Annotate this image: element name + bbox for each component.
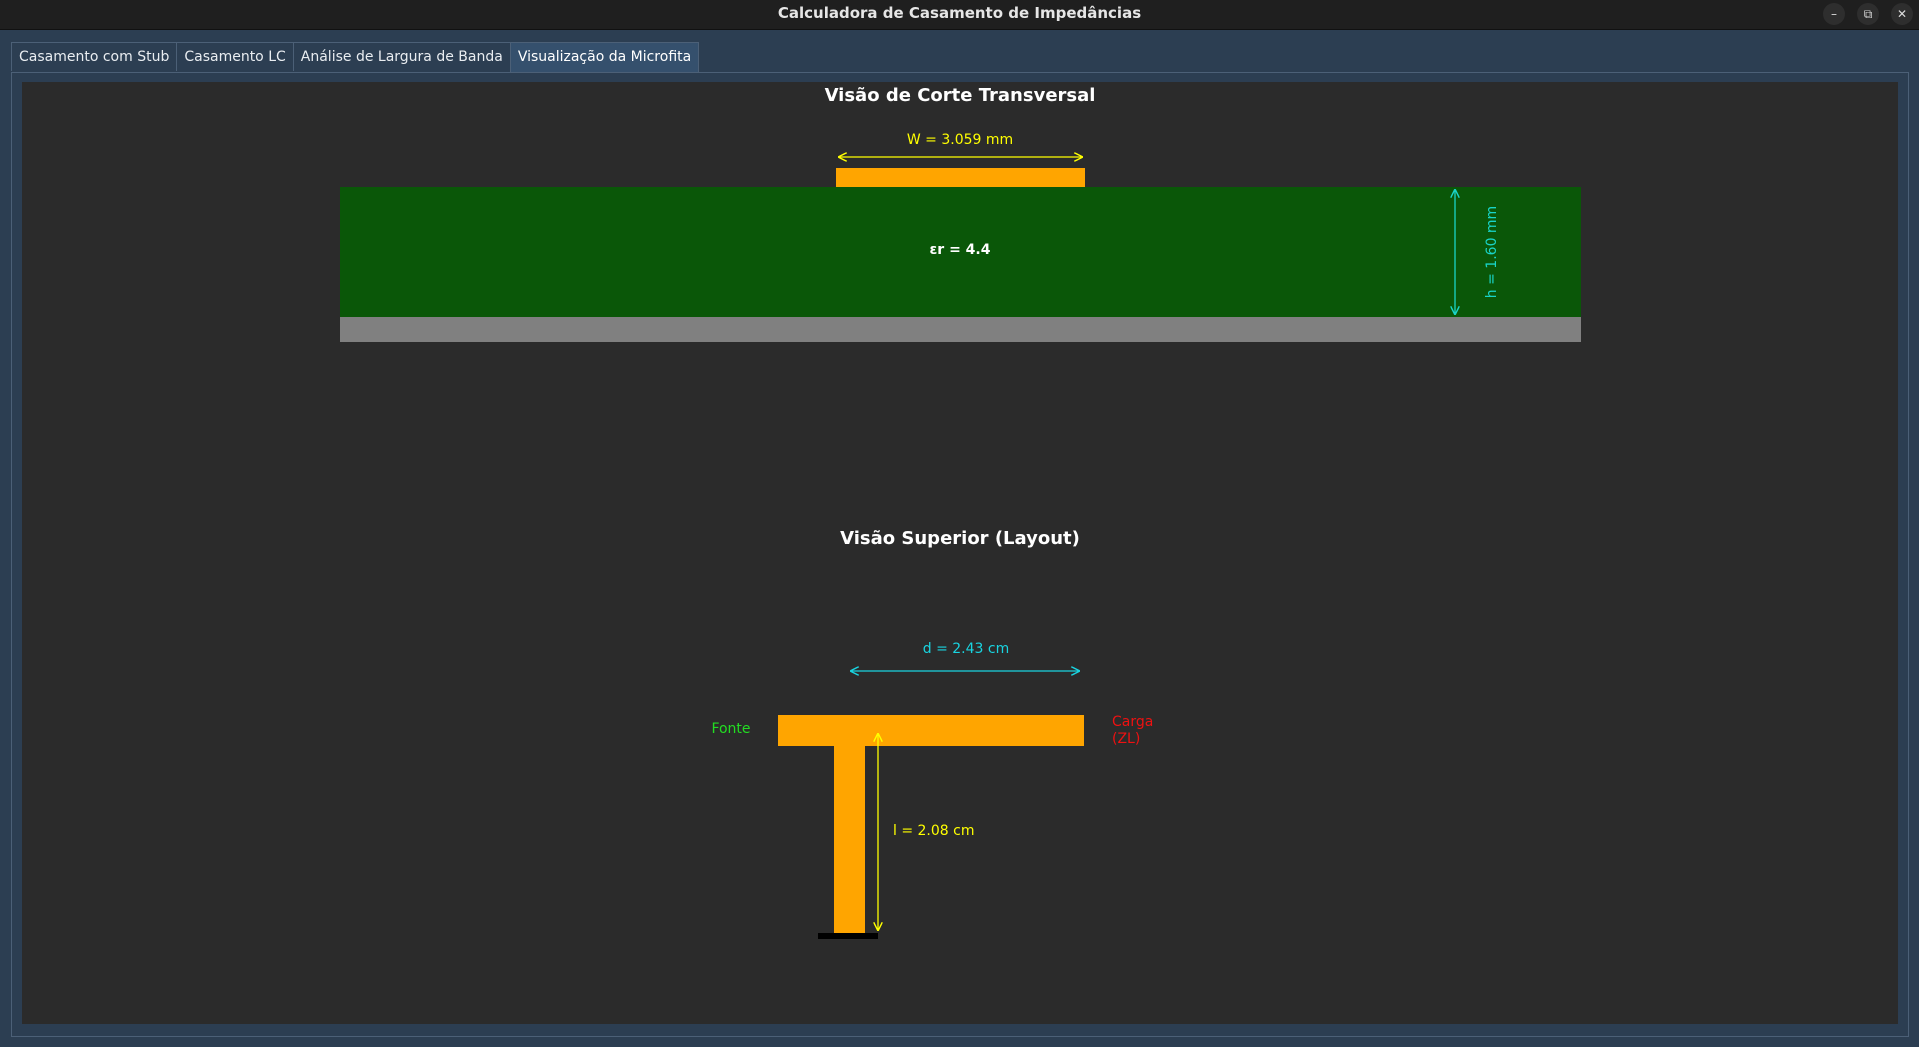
tab-analise-largura-banda[interactable]: Análise de Largura de Banda (292, 42, 511, 71)
tab-visualizacao-microfita[interactable]: Visualização da Microfita (509, 42, 700, 72)
microstrip-figure: Visão de Corte Transversal W = 3.059 mm … (340, 85, 1581, 939)
source-label: Fonte (711, 721, 750, 737)
ground-plane (340, 317, 1581, 342)
microstrip-canvas: Visão de Corte Transversal W = 3.059 mm … (22, 82, 1898, 1024)
tab-casamento-lc[interactable]: Casamento LC (176, 42, 294, 71)
stub-short-circuit (818, 933, 878, 939)
close-button[interactable]: ✕ (1891, 3, 1913, 25)
window-title: Calculadora de Casamento de Impedâncias (777, 4, 1142, 22)
cross-section-title: Visão de Corte Transversal (825, 85, 1096, 106)
maximize-button[interactable]: ⧉ (1857, 3, 1879, 25)
top-view-title: Visão Superior (Layout) (840, 528, 1080, 549)
width-label: W = 3.059 mm (907, 132, 1013, 148)
window-titlebar: Calculadora de Casamento de Impedâncias … (0, 0, 1919, 30)
tab-casamento-com-stub[interactable]: Casamento com Stub (11, 42, 178, 71)
permittivity-label: εr = 4.4 (930, 242, 991, 258)
microstrip-trace (836, 168, 1085, 187)
load-label: Carga (1112, 714, 1153, 730)
main-line-trace (778, 715, 1084, 746)
stub-length-label: l = 2.08 cm (893, 823, 974, 839)
tab-bar: Casamento com Stub Casamento LC Análise … (11, 42, 700, 72)
minimize-button[interactable]: – (1823, 3, 1845, 25)
stub-trace (834, 746, 865, 934)
load-impedance-label: (ZL) (1112, 731, 1140, 747)
distance-label: d = 2.43 cm (923, 641, 1009, 657)
height-label: h = 1.60 mm (1484, 206, 1500, 298)
